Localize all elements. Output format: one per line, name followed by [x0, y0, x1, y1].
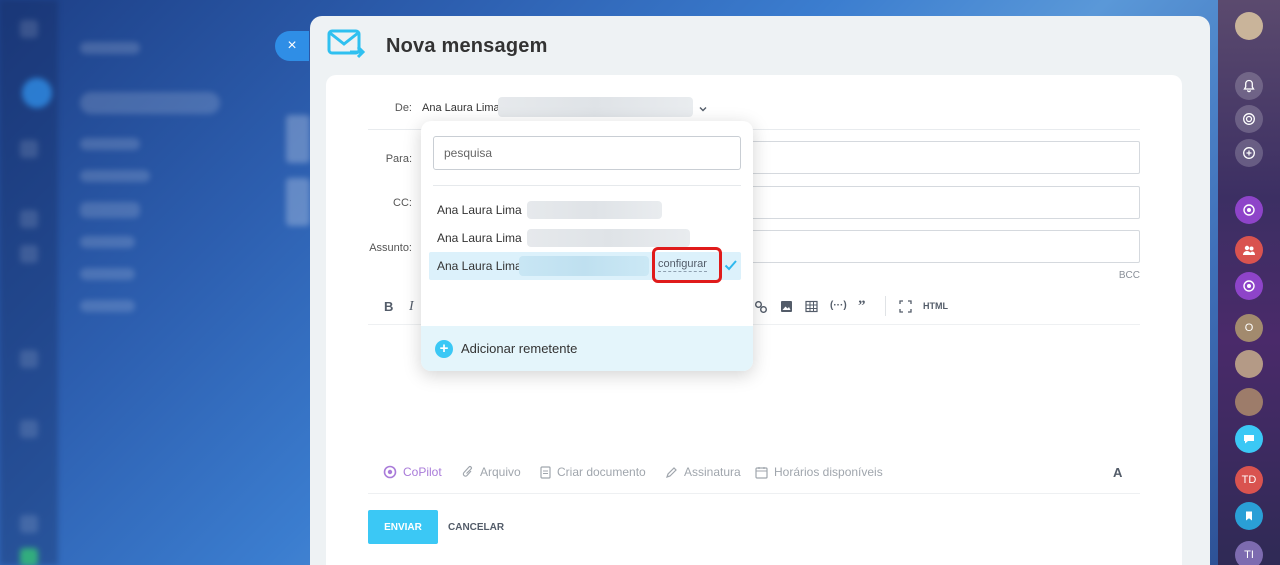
bold-button[interactable]: B	[384, 299, 393, 314]
fullscreen-icon[interactable]	[899, 300, 912, 316]
bookmark-icon[interactable]	[1235, 502, 1263, 530]
chevron-down-icon	[698, 101, 708, 119]
mail-send-icon	[326, 28, 366, 65]
sender-dropdown: pesquisa Ana Laura Lima Ana Laura Lima A…	[421, 121, 753, 371]
background-card	[286, 178, 310, 226]
send-button[interactable]: ENVIAR	[368, 510, 438, 544]
background-icon	[20, 245, 38, 263]
available-times-label: Horários disponíveis	[774, 465, 883, 479]
add-sender-label: Adicionar remetente	[461, 341, 578, 356]
cancel-button[interactable]: CANCELAR	[448, 510, 504, 544]
right-sidebar: O TD TI	[1218, 0, 1280, 565]
cc-label: CC:	[393, 197, 412, 209]
toolbar-divider	[885, 296, 886, 316]
avatar-o[interactable]: O	[1235, 314, 1263, 342]
image-icon[interactable]	[780, 300, 793, 316]
background-icon	[20, 420, 38, 438]
sender-option[interactable]: Ana Laura Lima	[429, 196, 741, 224]
group-icon[interactable]	[1235, 236, 1263, 264]
background-line	[80, 202, 140, 218]
background-line	[80, 42, 140, 54]
from-selector[interactable]: Ana Laura Lima	[422, 96, 717, 118]
html-button[interactable]: HTML	[923, 301, 948, 311]
sender-option-selected[interactable]: Ana Laura Lima configurar	[429, 247, 741, 283]
copilot-icon[interactable]	[1235, 196, 1263, 224]
background-line	[80, 92, 220, 114]
bell-icon[interactable]	[1235, 72, 1263, 100]
page-title: Nova mensagem	[386, 35, 548, 57]
attach-file-button[interactable]: Arquivo	[462, 465, 521, 479]
file-label: Arquivo	[480, 465, 521, 479]
background-line	[80, 236, 135, 248]
copilot-button[interactable]: CoPilot	[383, 465, 442, 479]
background-icon	[20, 20, 38, 38]
divider	[433, 185, 741, 186]
font-settings-button[interactable]: A	[1113, 465, 1122, 480]
sender-email-blurred	[527, 229, 690, 247]
plus-icon: +	[435, 339, 453, 358]
create-doc-label: Criar documento	[557, 465, 646, 479]
copilot-icon[interactable]	[1235, 272, 1263, 300]
background-icon	[20, 210, 38, 228]
chat-icon[interactable]	[1235, 425, 1263, 453]
code-icon[interactable]: (···)	[830, 300, 847, 311]
to-label: Para:	[385, 153, 412, 165]
paperclip-icon	[462, 466, 472, 477]
signature-button[interactable]: Assinatura	[665, 465, 741, 479]
background-card	[286, 115, 310, 163]
document-icon	[540, 465, 551, 479]
available-times-button[interactable]: Horários disponíveis	[755, 465, 883, 479]
subject-label: Assunto:	[369, 242, 412, 254]
copilot-label: CoPilot	[403, 465, 442, 479]
sender-search-input[interactable]: pesquisa	[433, 136, 741, 170]
table-icon[interactable]	[805, 300, 818, 316]
background-icon	[20, 548, 38, 565]
search-placeholder: pesquisa	[444, 146, 493, 160]
background-line	[80, 300, 135, 312]
user-avatar[interactable]	[1235, 388, 1263, 416]
pen-icon	[666, 466, 677, 478]
chat-search-icon[interactable]	[1235, 139, 1263, 167]
divider	[368, 493, 1140, 494]
spiral-icon[interactable]	[1235, 105, 1263, 133]
sender-name: Ana Laura Lima	[437, 203, 522, 217]
background-line	[80, 138, 140, 150]
highlight-box	[652, 247, 722, 283]
create-document-button[interactable]: Criar documento	[540, 465, 646, 479]
sender-email-blurred	[527, 201, 662, 219]
avatar-ti[interactable]: TI	[1235, 541, 1263, 565]
background-icon	[20, 515, 38, 533]
sender-name: Ana Laura Lima	[437, 231, 522, 245]
sender-name: Ana Laura Lima	[437, 259, 522, 273]
background-line	[80, 170, 150, 182]
background-icon	[22, 78, 52, 108]
from-email-blurred	[498, 97, 693, 117]
link-icon[interactable]	[754, 300, 768, 317]
background-icon	[20, 140, 38, 158]
bcc-link[interactable]: BCC	[1110, 270, 1140, 281]
background-line	[80, 268, 135, 280]
avatar-td[interactable]: TD	[1235, 466, 1263, 494]
calendar-icon	[755, 466, 768, 479]
signature-label: Assinatura	[684, 465, 741, 479]
user-avatar[interactable]	[1235, 12, 1263, 40]
panel-header: Nova mensagem	[326, 28, 548, 65]
close-panel-button[interactable]: ×	[275, 31, 309, 61]
background-app	[0, 0, 310, 565]
check-icon	[724, 259, 738, 274]
user-avatar[interactable]	[1235, 350, 1263, 378]
close-icon: ×	[287, 37, 297, 54]
sender-email-blurred	[519, 256, 649, 276]
copilot-icon	[383, 465, 397, 479]
italic-button[interactable]: I	[409, 299, 414, 315]
add-sender-button[interactable]: + Adicionar remetente	[421, 326, 753, 371]
from-label: De:	[394, 102, 412, 114]
quote-icon[interactable]: ”	[858, 298, 866, 315]
from-value: Ana Laura Lima	[422, 102, 500, 114]
background-icon	[20, 350, 38, 368]
